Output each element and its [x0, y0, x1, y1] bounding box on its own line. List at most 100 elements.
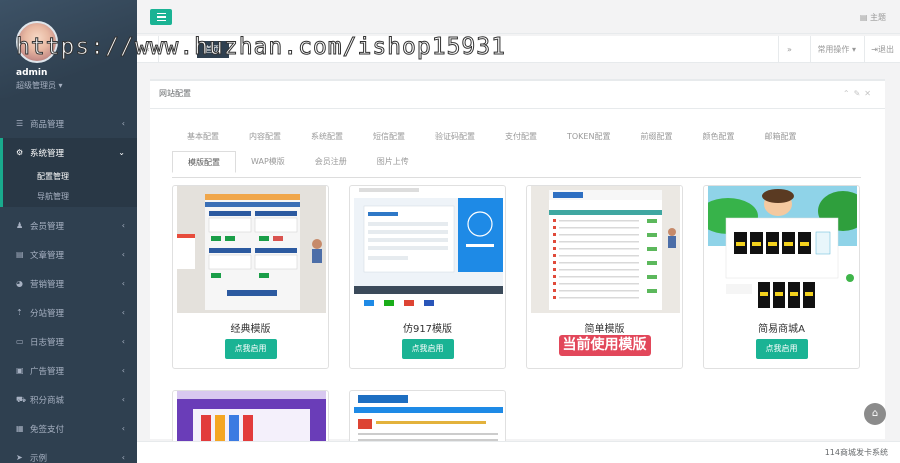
sidebar-item-label: 免签支付 — [30, 424, 65, 435]
common-ops-label: 常用操作 — [817, 45, 850, 54]
template-card-917: 仿917模版 点我启用 — [349, 185, 506, 369]
theme-button[interactable]: ▤ 主题 — [860, 12, 886, 23]
sidebar-item-marketing[interactable]: ◕ 营销管理 ‹ — [0, 269, 137, 298]
template-thumbnail[interactable] — [177, 186, 326, 313]
sidebar: admin 超级管理员 ▾ ☰ 商品管理 ‹ ⚙ 系统管理 ⌄ 配置管理 导航管… — [0, 0, 137, 463]
footer-text: 114商城发卡系统 — [824, 448, 888, 457]
panel-header: 网站配置 ⌃✎✕ — [150, 81, 885, 109]
chevron-left-icon: ‹ — [121, 308, 125, 317]
tab-basic[interactable]: 基本配置 — [172, 126, 234, 148]
enable-template-button[interactable]: 点我启用 — [224, 339, 277, 359]
chevron-left-icon: ‹ — [121, 279, 125, 288]
sidebar-item-logs[interactable]: ▭ 日志管理 ‹ — [0, 327, 137, 356]
close-icon[interactable]: ✕ — [864, 89, 875, 98]
tab-color[interactable]: 颜色配置 — [687, 126, 749, 148]
sidebar-subitem-config[interactable]: 配置管理 — [3, 167, 137, 187]
footer: 114商城发卡系统 — [137, 441, 900, 463]
sidebar-item-label: 营销管理 — [30, 279, 65, 290]
user-role: 超级管理员 — [16, 81, 56, 90]
branch-icon: ⇡ — [16, 308, 23, 317]
template-card-mall-a: 简易商城A 点我启用 — [703, 185, 860, 369]
image-icon: ▣ — [16, 366, 24, 375]
collapse-icon[interactable]: ⌃ — [843, 89, 854, 98]
tab-prefix[interactable]: 前缀配置 — [625, 126, 687, 148]
tab-image-upload[interactable]: 图片上传 — [362, 151, 424, 173]
tab-content[interactable]: 内容配置 — [234, 126, 296, 148]
sidebar-item-label: 商品管理 — [30, 119, 65, 130]
sidebar-item-label: 日志管理 — [30, 337, 65, 348]
sidebar-item-label: 广告管理 — [30, 366, 65, 377]
chevron-left-icon: ‹ — [121, 119, 125, 128]
home-float-button[interactable]: ⌂ — [864, 403, 886, 425]
chevron-left-icon: ‹ — [121, 453, 125, 462]
sidebar-item-ads[interactable]: ▣ 广告管理 ‹ — [0, 356, 137, 385]
logout-button[interactable]: ⇥退出 — [864, 36, 900, 63]
sidebar-item-points-mall[interactable]: ⛟ 积分商城 ‹ — [0, 385, 137, 414]
tab-member-register[interactable]: 会员注册 — [300, 151, 362, 173]
enable-template-button[interactable]: 点我启用 — [755, 339, 808, 359]
template-name: 仿917模版 — [402, 324, 453, 335]
user-role-dropdown[interactable]: 超级管理员 ▾ — [16, 80, 63, 91]
truck-icon: ⛟ — [16, 394, 27, 404]
template-card-simple: 简单模版 当前使用模版 — [526, 185, 683, 369]
list-icon: ☰ — [16, 119, 24, 128]
sidebar-item-goods[interactable]: ☰ 商品管理 ‹ — [0, 109, 137, 138]
sidebar-item-pay[interactable]: ▦ 免签支付 ‹ — [0, 414, 137, 443]
sidebar-subitem-nav[interactable]: 导航管理 — [3, 187, 137, 207]
tab-email[interactable]: 邮箱配置 — [749, 126, 811, 148]
sidebar-item-example[interactable]: ➤ 示例 ‹ — [0, 443, 137, 463]
sidebar-item-label: 系统管理 — [30, 148, 65, 159]
users-icon: ♟ — [16, 221, 24, 230]
sidebar-item-label: 会员管理 — [30, 221, 65, 232]
submenu-system: 配置管理 导航管理 — [0, 167, 137, 207]
chevron-left-icon: ‹ — [121, 366, 125, 375]
template-thumbnail[interactable] — [354, 186, 503, 313]
tab-template[interactable]: 模版配置 — [172, 151, 236, 173]
tab-system[interactable]: 系统配置 — [296, 126, 358, 148]
template-name: 经典模版 — [230, 324, 271, 335]
chevron-left-icon: ‹ — [121, 395, 125, 404]
config-tabs-row1: 基本配置 内容配置 系统配置 短信配置 验证码配置 支付配置 TOKEN配置 前… — [172, 126, 811, 148]
template-thumbnail[interactable] — [708, 186, 857, 313]
chevron-left-icon: ‹ — [121, 337, 125, 346]
tab-token[interactable]: TOKEN配置 — [552, 126, 625, 148]
tabs-scroll-right-button[interactable]: » — [778, 36, 800, 63]
home-icon: ⌂ — [871, 408, 879, 419]
gear-icon: ⚙ — [16, 148, 24, 157]
logout-label: 退出 — [878, 45, 894, 54]
user-name: admin — [16, 68, 48, 78]
top-bar: ▤ 主题 — [137, 0, 900, 34]
pay-icon: ▦ — [16, 424, 24, 433]
sidebar-item-label: 分站管理 — [30, 308, 65, 319]
tab-captcha[interactable]: 验证码配置 — [420, 126, 490, 148]
log-icon: ▭ — [16, 337, 24, 346]
common-ops-dropdown[interactable]: 常用操作 ▾ — [810, 36, 862, 63]
sidebar-item-members[interactable]: ♟ 会员管理 ‹ — [0, 211, 137, 240]
menu-toggle-button[interactable] — [150, 9, 172, 25]
send-icon: ➤ — [16, 453, 23, 462]
logout-icon: ⇥ — [871, 45, 878, 54]
tab-payment[interactable]: 支付配置 — [490, 126, 552, 148]
config-panel: 网站配置 ⌃✎✕ 基本配置 内容配置 系统配置 短信配置 验证码配置 支付配置 … — [150, 79, 885, 450]
template-card-classic: 经典模版 点我启用 — [172, 185, 329, 369]
wrench-icon[interactable]: ✎ — [854, 89, 865, 98]
theme-icon: ▤ — [859, 13, 868, 22]
template-thumbnail[interactable] — [531, 186, 680, 313]
panel-title: 网站配置 — [159, 89, 191, 98]
config-tabs-row2: 模版配置 WAP模版 会员注册 图片上传 — [172, 151, 424, 173]
tabs-divider — [172, 177, 861, 178]
sidebar-item-branch[interactable]: ⇡ 分站管理 ‹ — [0, 298, 137, 327]
sidebar-item-label: 文章管理 — [30, 250, 65, 261]
template-name: 简单模版 — [584, 324, 625, 335]
sidebar-item-articles[interactable]: ▤ 文章管理 ‹ — [0, 240, 137, 269]
tab-wap-template[interactable]: WAP模版 — [236, 151, 300, 173]
chevron-left-icon: ‹ — [121, 250, 125, 259]
sidebar-item-system[interactable]: ⚙ 系统管理 ⌄ — [0, 138, 137, 167]
template-name: 简易商城A — [758, 324, 805, 335]
sidebar-item-label: 积分商城 — [30, 395, 65, 406]
enable-template-button[interactable]: 点我启用 — [401, 339, 454, 359]
tab-sms[interactable]: 短信配置 — [358, 126, 420, 148]
chevron-left-icon: ‹ — [121, 221, 125, 230]
chart-icon: ◕ — [16, 279, 23, 288]
theme-label: 主题 — [870, 13, 886, 22]
